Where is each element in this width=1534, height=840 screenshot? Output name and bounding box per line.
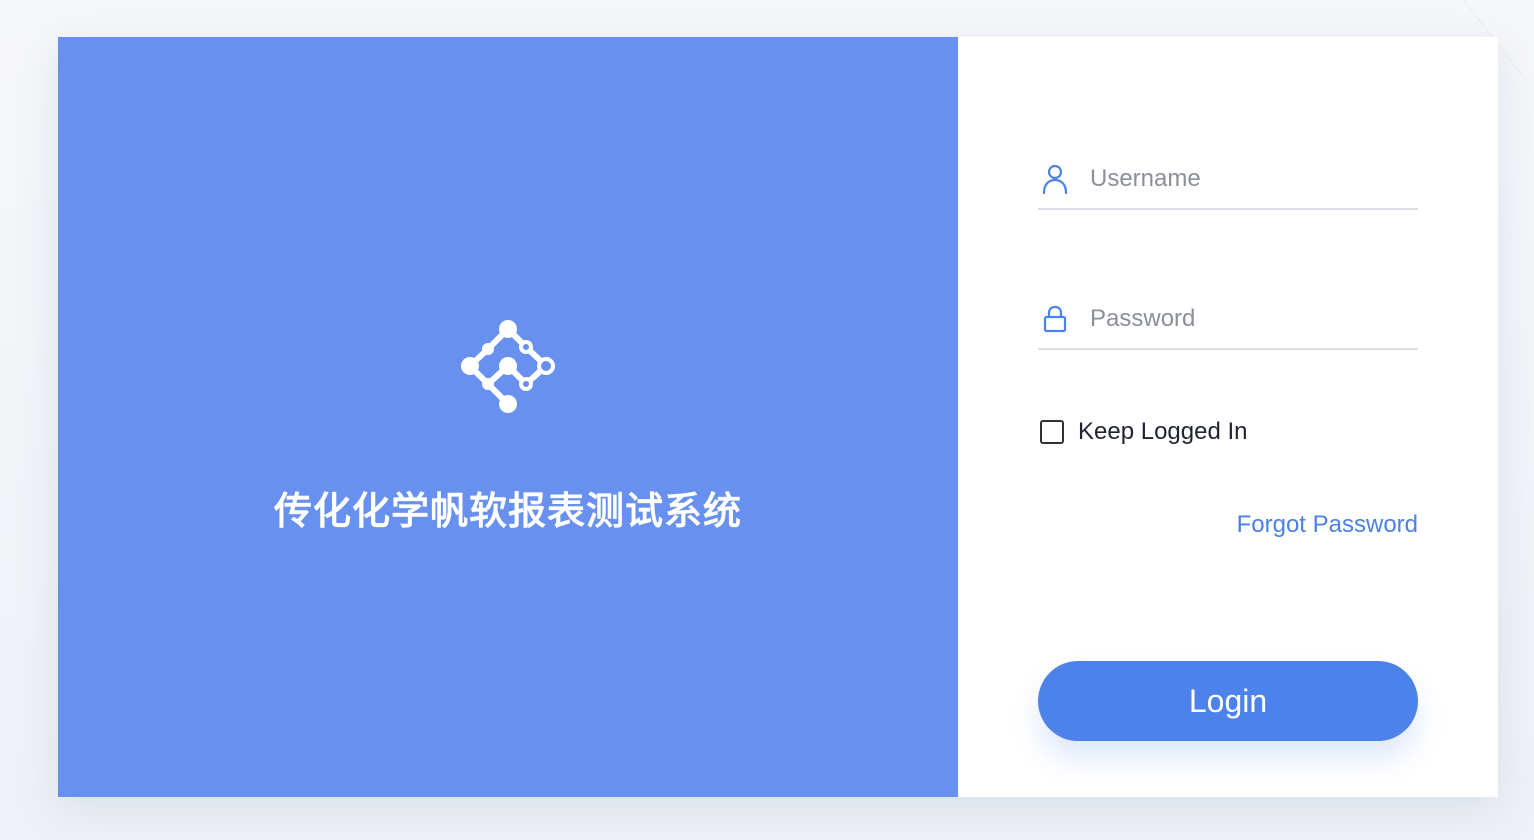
password-input[interactable] [1088,304,1418,334]
username-field [1038,150,1418,210]
molecule-network-icon [461,320,555,413]
login-card: 传化化学帆软报表测试系统 Username Keep Logged In For… [58,37,1498,797]
keep-logged-in-label: Keep Logged In [1078,418,1248,445]
system-title: 传化化学帆软报表测试系统 [273,489,742,533]
user-icon [1038,162,1072,196]
password-field [1038,290,1418,350]
brand-panel: 传化化学帆软报表测试系统 [58,37,958,797]
lock-icon [1038,302,1072,336]
forgot-password-link[interactable]: Forgot Password [1237,511,1418,539]
keep-logged-in-checkbox[interactable] [1040,420,1064,444]
keep-logged-in-option[interactable]: Keep Logged In [1040,418,1248,446]
username-input[interactable] [1088,164,1418,194]
login-page: 传化化学帆软报表测试系统 Username Keep Logged In For… [0,0,1534,840]
login-form: Keep Logged In Forgot Password Login [958,37,1498,797]
login-button[interactable]: Login [1038,661,1418,741]
